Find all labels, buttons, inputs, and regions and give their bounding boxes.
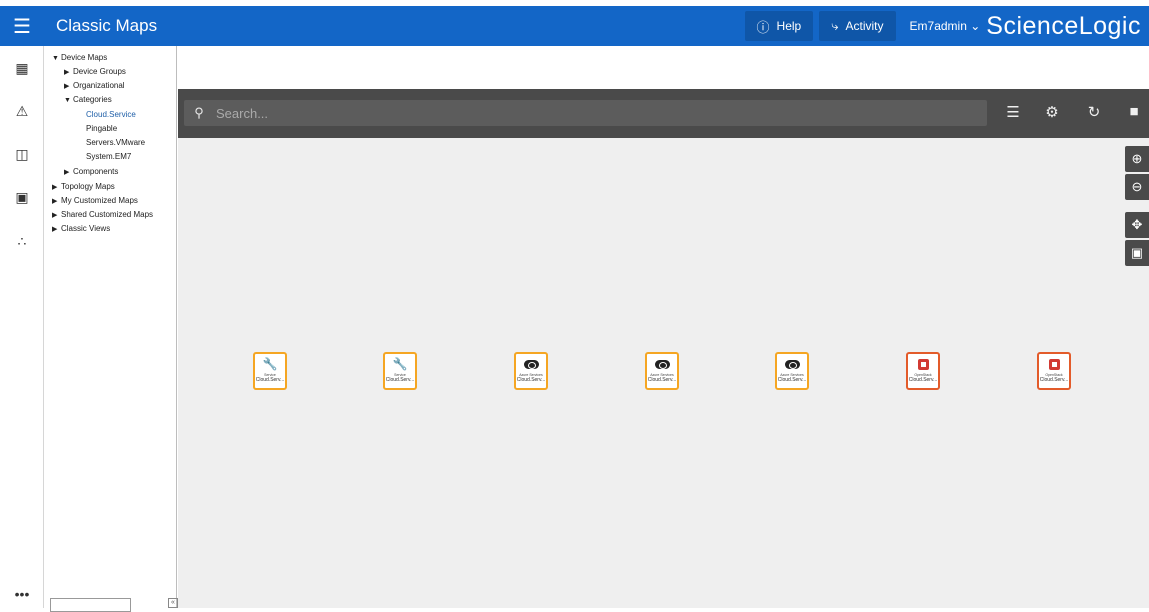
tree-category-item[interactable]: Servers.VMware xyxy=(86,137,145,149)
wrench-icon: ⤷ xyxy=(831,18,839,33)
cloud-icon xyxy=(784,360,800,369)
left-nav: ▦ ⚠ ◫ ▣ ∴ ••• xyxy=(0,46,44,608)
tree-shared-customized-maps[interactable]: ▶ Shared Customized Maps xyxy=(52,209,153,222)
caret-right-icon: ▶ xyxy=(64,169,70,176)
hamburger-menu-icon[interactable]: ☰ xyxy=(0,6,44,46)
node-label: Cloud.Serv... xyxy=(1039,377,1069,383)
dashboard-icon[interactable]: ▦ xyxy=(0,60,44,77)
openstack-icon xyxy=(1048,359,1060,370)
zoom-out-icon[interactable]: ⊖ xyxy=(1125,174,1149,200)
tree-topology-maps[interactable]: ▶ Topology Maps xyxy=(52,181,115,194)
openstack-icon xyxy=(917,359,929,370)
map-node[interactable]: Azure Services Cloud.Serv... xyxy=(514,352,548,390)
chevron-down-icon: ⌄ xyxy=(970,19,981,33)
tree-organizational[interactable]: ▶ Organizational xyxy=(64,80,125,93)
node-label: Cloud.Serv... xyxy=(516,377,546,383)
user-label: Em7admin xyxy=(909,19,967,33)
activity-button[interactable]: ⤷ Activity xyxy=(819,11,896,41)
top-bar: ☰ Classic Maps ⓘ Help ⤷ Activity Em7admi… xyxy=(0,6,1149,46)
collapse-panel-icon[interactable]: « xyxy=(168,598,178,608)
caret-right-icon: ▶ xyxy=(52,212,58,219)
topology-icon[interactable]: ∴ xyxy=(0,233,44,250)
tree-filter-input[interactable] xyxy=(50,598,131,612)
cloud-icon xyxy=(654,360,670,369)
tree-device-maps[interactable]: ▼ Device Maps xyxy=(52,52,107,65)
list-icon[interactable]: ☰ xyxy=(1002,103,1024,121)
map-node[interactable]: Azure Services Cloud.Serv... xyxy=(775,352,809,390)
node-label: Cloud.Serv... xyxy=(647,377,677,383)
search-icon: ⚲ xyxy=(194,105,204,120)
map-node[interactable]: Azure Services Cloud.Serv... xyxy=(645,352,679,390)
pan-icon[interactable]: ✥ xyxy=(1125,212,1149,238)
map-node[interactable]: OpenStack Cloud.Serv... xyxy=(906,352,940,390)
wrench-icon: 🔧 xyxy=(392,357,408,371)
node-label: Cloud.Serv... xyxy=(908,377,938,383)
caret-right-icon: ▶ xyxy=(64,69,70,76)
map-tree: ▼ Device Maps ▶ Device Groups ▶ Organizatio… xyxy=(44,46,178,612)
map-toolbar: ⚲ Search... ☰ ⚙ ↻ ■ xyxy=(178,89,1149,138)
cloud-icon xyxy=(523,360,539,369)
search-input[interactable]: ⚲ Search... xyxy=(184,100,987,126)
devices-icon[interactable]: ◫ xyxy=(0,146,44,163)
brand-logo: ScienceLogic xyxy=(986,11,1141,40)
caret-down-icon: ▼ xyxy=(64,97,71,104)
gear-icon[interactable]: ⚙ xyxy=(1041,103,1063,121)
alert-icon[interactable]: ⚠ xyxy=(0,103,44,120)
tree-category-item[interactable]: Cloud.Service xyxy=(86,109,136,121)
tree-categories[interactable]: ▼ Categories xyxy=(64,94,112,107)
caret-right-icon: ▶ xyxy=(52,184,58,191)
tree-classic-views[interactable]: ▶ Classic Views xyxy=(52,223,110,236)
tree-components[interactable]: ▶ Components xyxy=(64,166,118,179)
save-icon[interactable]: ■ xyxy=(1123,103,1145,120)
header-spacer xyxy=(178,46,1149,89)
tree-device-groups[interactable]: ▶ Device Groups xyxy=(64,66,126,79)
wrench-icon: 🔧 xyxy=(262,357,278,371)
map-node[interactable]: 🔧 Service Cloud.Serv... xyxy=(253,352,287,390)
map-node[interactable]: 🔧 Service Cloud.Serv... xyxy=(383,352,417,390)
user-menu[interactable]: Em7admin ⌄ xyxy=(910,19,981,33)
fit-to-screen-icon[interactable]: ▣ xyxy=(1125,240,1149,266)
map-node[interactable]: OpenStack Cloud.Serv... xyxy=(1037,352,1071,390)
help-label: Help xyxy=(776,19,802,33)
search-placeholder: Search... xyxy=(216,105,269,121)
tree-category-item[interactable]: System.EM7 xyxy=(86,151,131,163)
zoom-in-icon[interactable]: ⊕ xyxy=(1125,146,1149,172)
help-icon: ⓘ xyxy=(756,19,770,35)
tree-my-customized-maps[interactable]: ▶ My Customized Maps xyxy=(52,195,138,208)
caret-down-icon: ▼ xyxy=(52,55,59,62)
node-label: Cloud.Serv... xyxy=(777,377,807,383)
toolbox-icon[interactable]: ▣ xyxy=(0,189,44,206)
caret-right-icon: ▶ xyxy=(64,83,70,90)
refresh-icon[interactable]: ↻ xyxy=(1083,103,1105,121)
app-title: Classic Maps xyxy=(56,16,158,35)
caret-right-icon: ▶ xyxy=(52,198,58,205)
help-button[interactable]: ⓘ Help xyxy=(744,11,814,41)
node-label: Cloud.Serv... xyxy=(255,377,285,383)
more-icon[interactable]: ••• xyxy=(0,586,44,602)
tree-category-item[interactable]: Pingable xyxy=(86,123,117,135)
map-canvas[interactable]: ⊕ ⊖ ✥ ▣ 🔧 Service Cloud.Serv... 🔧 Servic… xyxy=(178,138,1149,608)
node-label: Cloud.Serv... xyxy=(385,377,415,383)
activity-label: Activity xyxy=(845,19,884,33)
caret-right-icon: ▶ xyxy=(52,226,58,233)
